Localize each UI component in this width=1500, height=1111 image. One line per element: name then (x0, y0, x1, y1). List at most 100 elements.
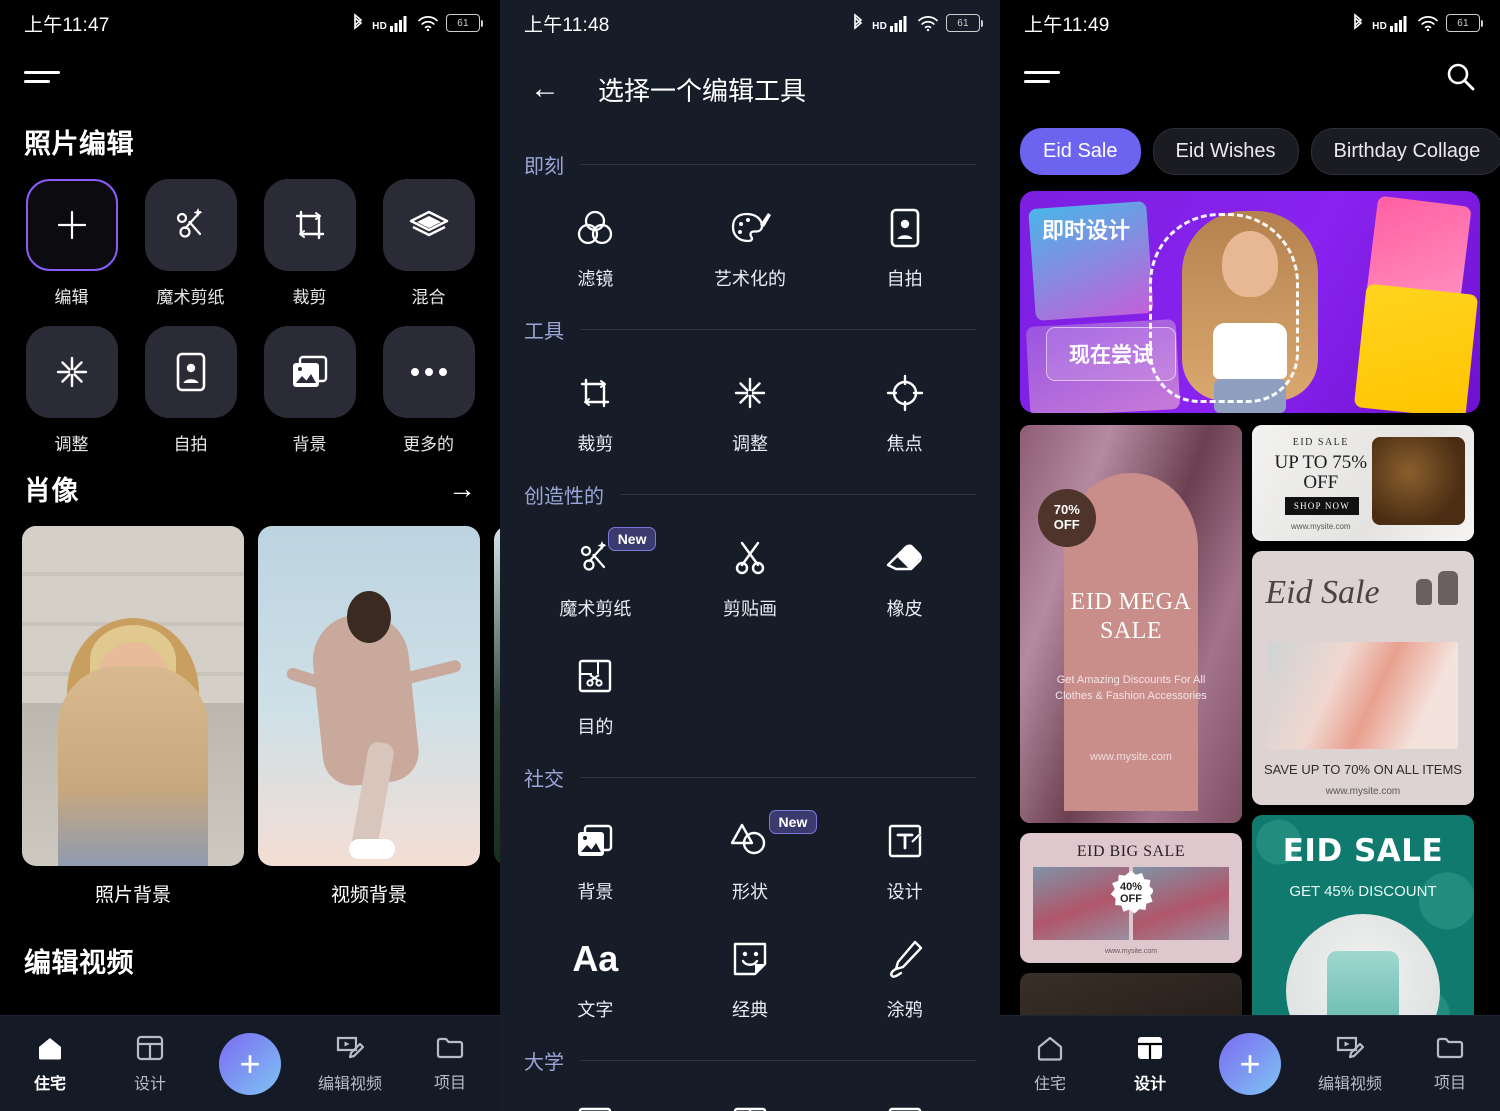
lantern-icon (1416, 571, 1459, 606)
template-card-eid-mega-sale[interactable]: 70% OFF EID MEGA SALE Get Amazing Discou… (1020, 425, 1242, 823)
nav-item-edit-video[interactable]: 编辑视频 (304, 1034, 396, 1094)
portrait-card-video-background[interactable]: 视频背景 (258, 526, 480, 907)
tool-label: 橡皮 (886, 599, 923, 619)
tab-eid-wishes[interactable]: Eid Wishes (1152, 128, 1299, 175)
back-arrow-icon[interactable]: ← (530, 74, 560, 104)
nav-item-design[interactable]: 设计 (1104, 1034, 1196, 1094)
nav-item-projects[interactable]: 项目 (1404, 1035, 1496, 1093)
nav-label: 设计 (133, 1075, 166, 1093)
tool-adjust[interactable]: 调整 (673, 344, 828, 462)
tool-selfie[interactable]: 自拍 (141, 326, 240, 455)
tool-stickers[interactable]: 经典 (673, 910, 828, 1028)
template-url: www.mysite.com (1325, 786, 1401, 798)
home-icon (39, 1037, 61, 1059)
tab-birthday-collage[interactable]: Birthday Collage (1310, 128, 1500, 175)
template-card-eid-sale-green[interactable]: EID SALE GET 45% DISCOUNT (1252, 815, 1474, 1041)
tool-purpose[interactable]: 目的 (518, 627, 673, 745)
tool-crop[interactable]: 裁剪 (518, 344, 673, 462)
tool-magic-cutout[interactable]: 魔术剪纸 (141, 179, 240, 308)
banner-try-now-button[interactable]: 现在尝试 (1046, 327, 1176, 381)
panel1-topbar (0, 46, 500, 108)
plus-fab-icon[interactable]: + (1219, 1032, 1281, 1095)
tool-background[interactable]: 背景 (260, 326, 359, 455)
new-badge: New (607, 527, 657, 551)
tool-design[interactable]: 设计 (827, 792, 982, 910)
crop-icon (575, 370, 615, 416)
tool-label: 编辑 (54, 288, 89, 307)
nav-item-create[interactable]: + (204, 1032, 296, 1095)
category-label: 即刻 (524, 156, 564, 178)
tool-label: 文字 (577, 1000, 614, 1020)
template-title: EID SALE (1282, 833, 1444, 870)
signal-icon (1390, 16, 1407, 32)
template-eyebrow: EID SALE (1292, 436, 1349, 448)
tool-frame[interactable]: 框架 (827, 1075, 982, 1111)
tool-label: 焦点 (886, 434, 923, 454)
category-header-creative: 创造性的 (500, 462, 1000, 509)
nav-item-create[interactable]: + (1204, 1032, 1296, 1095)
template-url: www.mysite.com (1104, 948, 1158, 956)
tool-text[interactable]: Aa 文字 (518, 910, 673, 1028)
divider (580, 329, 976, 330)
template-subtitle: GET 45% DISCOUNT (1289, 882, 1437, 900)
category-label: 创造性的 (524, 486, 604, 508)
tool-shapes[interactable]: New 形状 (673, 792, 828, 910)
promo-banner[interactable]: 即时设计 现在尝试 (1020, 191, 1480, 413)
grid-icon (730, 1101, 770, 1111)
tool-magic-cutout[interactable]: New 魔术剪纸 (518, 509, 673, 627)
portrait-card-photo-background[interactable]: 照片背景 (22, 526, 244, 907)
tool-grid[interactable]: 格 (673, 1075, 828, 1111)
tool-freestyle[interactable]: 自由式 (518, 1075, 673, 1111)
banner-title: 即时设计 (1042, 218, 1131, 243)
nav-item-projects[interactable]: 项目 (404, 1035, 496, 1093)
badge-line-2: OFF (1120, 892, 1142, 905)
tool-doodle[interactable]: 涂鸦 (827, 910, 982, 1028)
nav-item-design[interactable]: 设计 (104, 1034, 196, 1094)
tab-eid-sale[interactable]: Eid Sale (1020, 128, 1141, 175)
banner-card-4 (1353, 283, 1479, 413)
status-time: 上午11:47 (24, 14, 110, 36)
nav-item-edit-video[interactable]: 编辑视频 (1304, 1034, 1396, 1094)
edit-video-icon (336, 1036, 365, 1058)
arrow-right-icon[interactable]: → (448, 474, 476, 503)
portrait-section-title: 肖像 (24, 476, 79, 506)
home-icon (1037, 1036, 1063, 1061)
tool-crop[interactable]: 裁剪 (260, 179, 359, 308)
tool-focus[interactable]: 焦点 (827, 344, 982, 462)
tool-label: 自拍 (173, 435, 208, 454)
artistic-palette-icon (728, 205, 772, 251)
hamburger-icon[interactable] (24, 67, 60, 87)
portrait-thumbnail (258, 526, 480, 866)
tool-adjust[interactable]: 调整 (22, 326, 121, 455)
nav-item-home[interactable]: 住宅 (1004, 1034, 1096, 1094)
tool-label: 背景 (292, 435, 327, 454)
template-card-eid-sale-cosmetics[interactable]: Eid Sale SAVE UP TO 70% ON ALL ITEMS www… (1252, 551, 1474, 805)
tool-label: 经典 (731, 1000, 768, 1020)
template-url: www.mysite.com (1090, 751, 1172, 764)
badge-line-2: OFF (1053, 516, 1080, 532)
search-icon[interactable] (1444, 61, 1476, 93)
tool-filters[interactable]: 滤镜 (518, 179, 673, 297)
plus-fab-icon[interactable]: + (219, 1032, 281, 1095)
tool-clipart[interactable]: 剪贴画 (673, 509, 828, 627)
tool-artistic[interactable]: 艺术化的 (673, 179, 828, 297)
tool-eraser[interactable]: 橡皮 (827, 509, 982, 627)
status-icons: HD 61 (351, 13, 483, 33)
tool-label: 裁剪 (577, 434, 614, 454)
tool-more[interactable]: 更多的 (379, 326, 478, 455)
selfie-icon (144, 326, 237, 418)
tool-blend[interactable]: 混合 (379, 179, 478, 308)
badge-line-1: 40% (1119, 880, 1143, 893)
status-bar-3: 上午11:49 HD 61 (1000, 0, 1500, 46)
tool-selfie[interactable]: 自拍 (827, 179, 982, 297)
template-card-up-to-75-off[interactable]: EID SALE UP TO 75% OFF SHOP NOW www.mysi… (1252, 425, 1474, 541)
wifi-icon (1418, 16, 1438, 32)
nav-item-home[interactable]: 住宅 (4, 1034, 96, 1094)
photo-edit-tool-grid: 编辑 魔术剪纸 裁剪 混合 调整 自拍 背景 更多的 (0, 179, 500, 455)
tool-edit[interactable]: 编辑 (22, 179, 121, 308)
title-line-1: EID MEGA (1070, 589, 1192, 616)
template-card-eid-big-sale[interactable]: EID BIG SALE 40% OFF www.mysite.com (1020, 833, 1242, 963)
category-label: 大学 (524, 1052, 564, 1074)
hamburger-icon[interactable] (1024, 67, 1060, 87)
tool-background[interactable]: 背景 (518, 792, 673, 910)
